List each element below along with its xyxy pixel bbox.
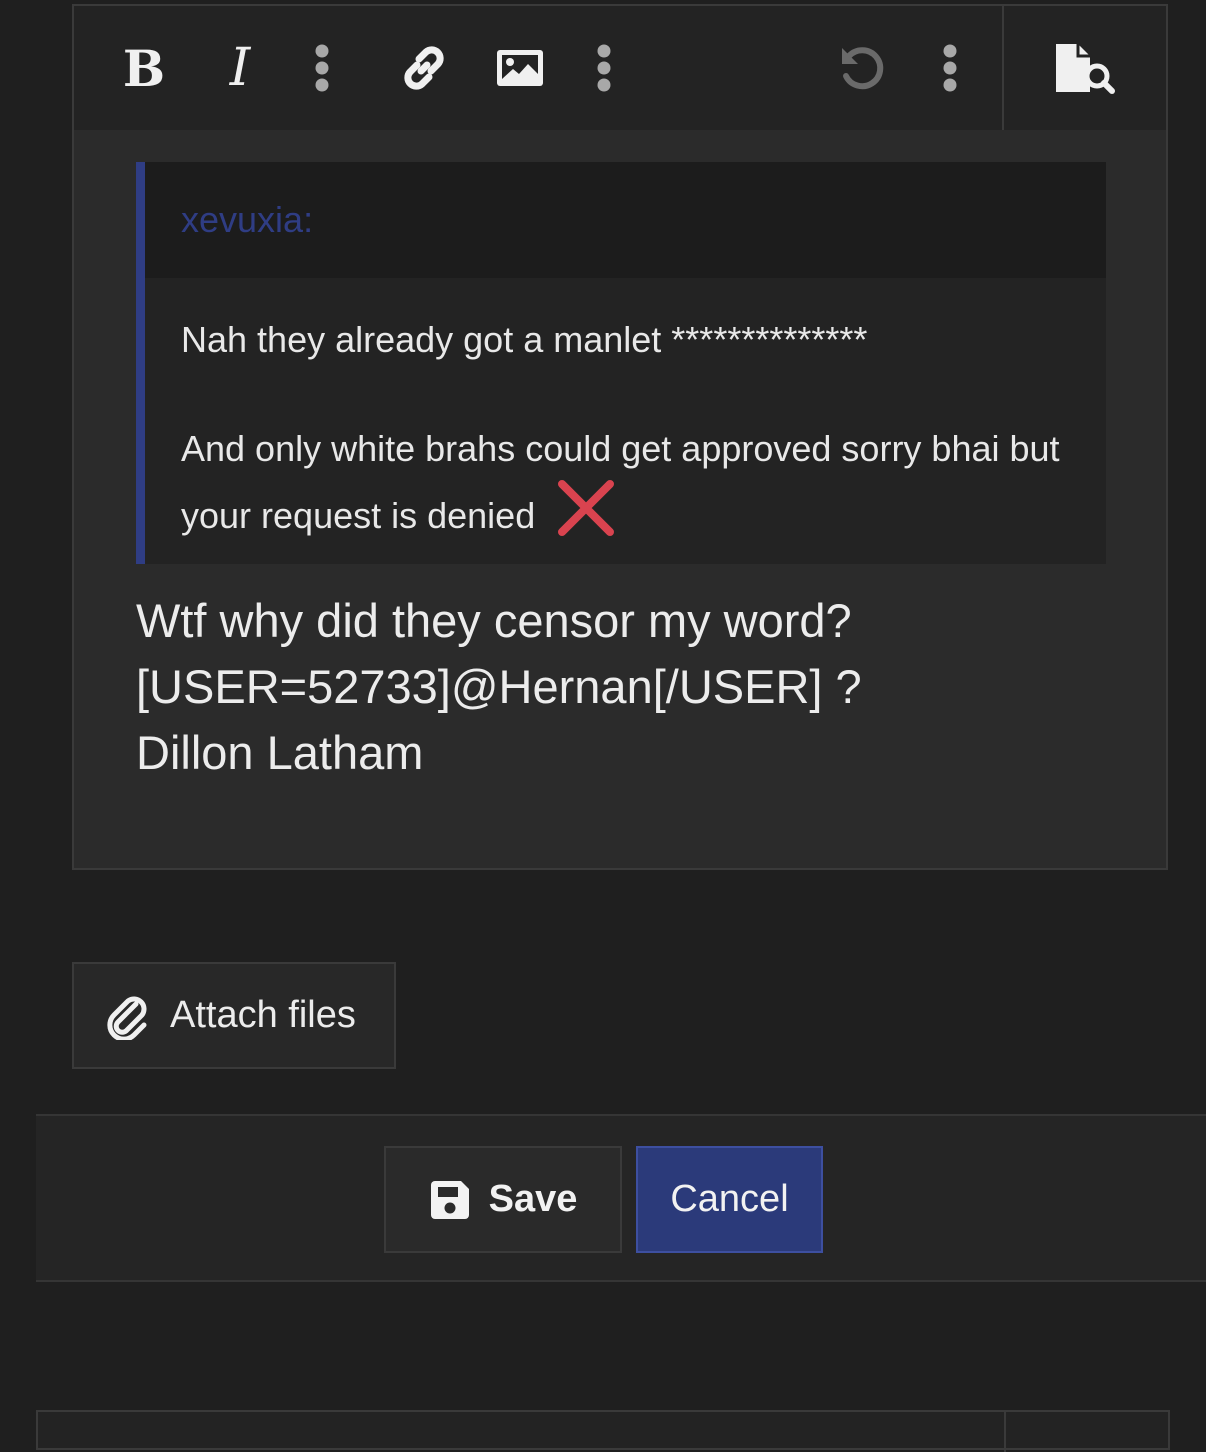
quote-block: xevuxia: Nah they already got a manlet *… [136, 162, 1106, 564]
quote-line: And only white brahs could get approved … [181, 428, 1060, 536]
quote-line: Nah they already got a manlet **********… [181, 319, 868, 360]
attach-files-label: Attach files [170, 994, 356, 1036]
italic-button[interactable]: I [212, 6, 268, 130]
vertical-dots-icon [315, 44, 329, 92]
italic-icon: I [229, 38, 251, 98]
link-button[interactable] [396, 6, 452, 130]
message-line: [USER=52733]@Hernan[/USER] ? [136, 660, 862, 713]
undo-icon [842, 47, 884, 90]
message-line: Wtf why did they censor my word? [136, 594, 852, 647]
toolbar-divider [1004, 1412, 1006, 1452]
message-line: Dillon Latham [136, 726, 424, 779]
vertical-dots-icon [943, 44, 957, 92]
insert-image-button[interactable] [492, 6, 548, 130]
cancel-label: Cancel [670, 1178, 789, 1220]
floppy-disk-icon [430, 1180, 469, 1219]
editor-toolbar: B I [74, 6, 1166, 130]
bold-icon: B [122, 38, 166, 98]
quote-author[interactable]: xevuxia: [145, 162, 1106, 278]
save-label: Save [488, 1178, 578, 1220]
quote-content: Nah they already got a manlet **********… [181, 308, 1081, 547]
next-editor-edge [36, 1410, 1170, 1452]
message-editor[interactable]: B I xevuxia: Nah they already got a manl… [72, 4, 1168, 870]
vertical-dots-icon [597, 44, 611, 92]
undo-button[interactable] [834, 6, 890, 130]
cross-mark-icon [558, 480, 615, 536]
more-actions-button[interactable] [930, 6, 970, 130]
paperclip-icon [107, 996, 147, 1040]
document-search-icon [1056, 44, 1115, 94]
more-options-button[interactable] [302, 6, 342, 130]
image-icon [497, 50, 543, 86]
bold-button[interactable]: B [116, 6, 172, 130]
message-text[interactable]: Wtf why did they censor my word? [USER=5… [136, 588, 1136, 786]
form-actions: Save Cancel [36, 1114, 1206, 1282]
cancel-button[interactable]: Cancel [636, 1146, 823, 1253]
link-icon [404, 46, 444, 90]
attach-files-button[interactable]: Attach files [72, 962, 396, 1069]
toolbar-divider [1002, 6, 1004, 130]
preview-button[interactable] [1050, 6, 1120, 130]
save-button[interactable]: Save [384, 1146, 622, 1253]
more-insert-button[interactable] [584, 6, 624, 130]
